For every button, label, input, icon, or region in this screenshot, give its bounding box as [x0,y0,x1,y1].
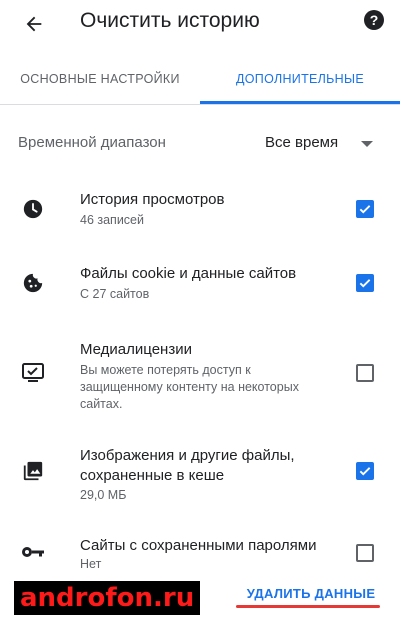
tab-selected-indicator [200,101,400,104]
time-range-value: Все время [265,134,339,151]
checkbox-media-licenses[interactable] [356,364,374,382]
help-icon[interactable]: ? [364,10,384,30]
back-button[interactable] [18,8,50,40]
item-title: История просмотров [80,191,225,208]
list-item-saved-passwords[interactable]: Сайты с сохраненными паролями Нет [0,534,400,574]
item-subtitle: 29,0 МБ [80,488,127,502]
list-item-cookies[interactable]: Файлы cookie и данные сайтов С 27 сайтов [0,260,400,320]
list-item-cached-images[interactable]: Изображения и другие файлы, сохраненные … [0,442,400,504]
checkbox-cookies[interactable] [356,274,374,292]
item-title: Файлы cookie и данные сайтов [80,265,297,282]
tab-basic-settings[interactable]: ОСНОВНЫЕ НАСТРОЙКИ [0,56,200,102]
tab-advanced[interactable]: ДОПОЛНИТЕЛЬНЫЕ [200,56,400,102]
key-icon [20,539,46,565]
delete-button-underline [236,605,380,608]
images-icon [20,458,46,484]
cookie-icon [20,270,46,296]
tab-bar: ОСНОВНЫЕ НАСТРОЙКИ ДОПОЛНИТЕЛЬНЫЕ [0,56,400,105]
checkbox-cached-images[interactable] [356,462,374,480]
arrow-back-icon [26,16,42,32]
checkbox-saved-passwords[interactable] [356,544,374,562]
time-range-row: Временной диапазон Все время [0,122,400,166]
item-subtitle: С 27 сайтов [80,287,150,301]
item-subtitle: Вы можете потерять доступ к защищенному … [80,363,299,411]
page-title: Очистить историю [80,9,260,32]
time-range-label: Временной диапазон [18,134,166,151]
item-subtitle: 46 записей [80,213,144,227]
time-range-select[interactable]: Все время [255,128,385,160]
app-bar: Очистить историю ? [0,0,400,48]
watermark-logo: androfon.ru [14,581,201,615]
dropdown-arrow-icon [361,141,373,147]
item-title: Сайты с сохраненными паролями [80,537,317,554]
checkbox-browsing-history[interactable] [356,200,374,218]
item-title: Медиалицензии [80,341,192,358]
list-item-media-licenses[interactable]: Медиалицензии Вы можете потерять доступ … [0,336,400,416]
clock-icon [20,196,46,222]
item-title: Изображения и другие файлы, сохраненные … [80,447,295,484]
item-subtitle: Нет [80,557,102,571]
monitor-license-icon [20,360,46,386]
list-item-browsing-history[interactable]: История просмотров 46 записей [0,186,400,246]
